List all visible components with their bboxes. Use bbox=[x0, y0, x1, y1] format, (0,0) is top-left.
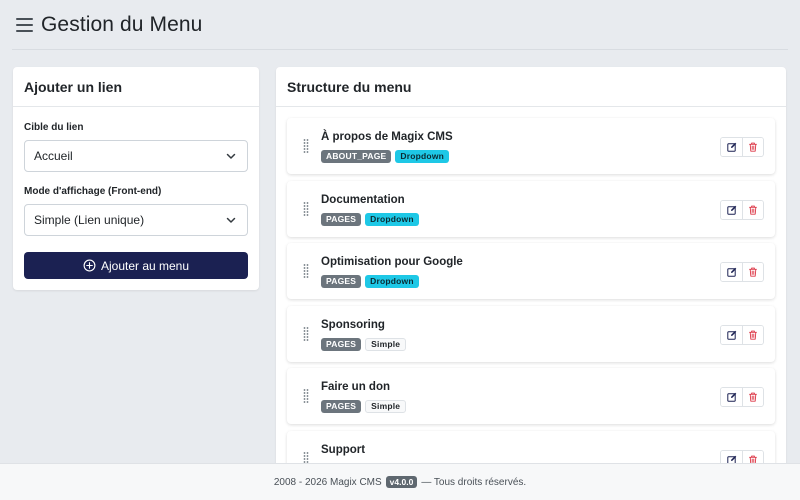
item-mode-badge: Dropdown bbox=[365, 212, 419, 226]
item-type-badge: PAGES bbox=[321, 337, 362, 351]
drag-handle-icon[interactable] bbox=[303, 326, 309, 342]
drag-handle-icon[interactable] bbox=[303, 138, 309, 154]
edit-button[interactable] bbox=[721, 138, 742, 156]
menu-item[interactable]: SupportPAGESDropdown bbox=[287, 430, 775, 467]
delete-button[interactable] bbox=[742, 138, 763, 156]
trash-icon bbox=[749, 392, 757, 402]
footer-rights: — Tous droits réservés. bbox=[421, 476, 527, 488]
menu-item[interactable]: Sponsoring PAGES Simple bbox=[287, 305, 775, 362]
drag-handle-icon[interactable] bbox=[303, 263, 309, 279]
edit-icon bbox=[726, 392, 736, 402]
menu-item[interactable]: Optimisation pour Google PAGES Dropdown bbox=[287, 243, 775, 299]
item-type-badge: ABOUT_PAGE bbox=[321, 150, 392, 163]
item-mode-badge: Simple bbox=[365, 337, 407, 351]
menu-structure-card: Structure du menu À propos de Magix CMS A… bbox=[276, 67, 786, 467]
menu-item[interactable]: À propos de Magix CMS ABOUT_PAGE Dropdown bbox=[287, 118, 775, 174]
menu-item-actions bbox=[720, 137, 764, 157]
footer: 2008 - 2026 Magix CMS v4.0.0 — Tous droi… bbox=[0, 463, 800, 500]
edit-button[interactable] bbox=[721, 325, 742, 344]
trash-icon bbox=[749, 205, 757, 215]
trash-icon bbox=[749, 330, 757, 340]
menu-item[interactable]: Faire un don PAGES Simple bbox=[287, 368, 775, 424]
menu-item-title: Optimisation pour Google bbox=[321, 256, 463, 268]
plus-circle-icon bbox=[83, 259, 96, 272]
item-mode-badge: Dropdown bbox=[395, 150, 450, 163]
menu-item[interactable]: Documentation PAGES Dropdown bbox=[287, 180, 775, 237]
delete-button[interactable] bbox=[742, 263, 763, 281]
menu-item-badges: PAGESDropdown bbox=[321, 212, 419, 226]
item-type-badge: PAGES bbox=[321, 275, 362, 288]
menu-item-badges: PAGES Simple bbox=[321, 400, 407, 413]
menu-item-actions bbox=[720, 199, 764, 220]
add-link-card: Ajouter un lien Cible du lien Accueil Mo… bbox=[13, 67, 259, 290]
add-to-menu-button[interactable]: Ajouter au menu bbox=[24, 252, 248, 279]
link-target-label: Cible du lien bbox=[24, 122, 84, 133]
display-mode-select[interactable]: Simple (Lien unique) bbox=[24, 204, 248, 236]
menu-item-title: Faire un don bbox=[321, 381, 390, 393]
menu-item-badges: PAGES Simple bbox=[321, 337, 407, 351]
chevron-down-icon bbox=[226, 217, 236, 223]
delete-button[interactable] bbox=[742, 388, 763, 406]
display-mode-value: Simple (Lien unique) bbox=[34, 213, 145, 227]
display-mode-label: Mode d'affichage (Front-end) bbox=[24, 186, 162, 197]
menu-item-title: À propos de Magix CMS bbox=[321, 131, 453, 143]
add-to-menu-label: Ajouter au menu bbox=[100, 258, 190, 273]
item-mode-badge: Simple bbox=[365, 400, 407, 413]
trash-icon bbox=[749, 142, 757, 152]
edit-button[interactable] bbox=[721, 388, 742, 406]
menu-item-badges: ABOUT_PAGE Dropdown bbox=[321, 150, 450, 163]
item-type-badge: PAGES bbox=[321, 212, 362, 226]
menu-item-title: Documentation bbox=[321, 193, 405, 206]
edit-button[interactable] bbox=[721, 200, 742, 219]
menu-item-actions bbox=[720, 387, 764, 407]
menu-item-title: Support bbox=[321, 443, 366, 456]
chevron-down-icon bbox=[226, 153, 236, 159]
edit-icon bbox=[726, 142, 736, 152]
version-badge: v4.0.0 bbox=[385, 476, 418, 488]
item-mode-badge: Dropdown bbox=[365, 275, 419, 288]
menu-item-title: Sponsoring bbox=[321, 318, 385, 331]
menu-structure-title: Structure du menu bbox=[276, 67, 786, 107]
item-type-badge: PAGES bbox=[321, 400, 362, 413]
add-link-card-title: Ajouter un lien bbox=[13, 67, 259, 107]
page-header: Gestion du Menu bbox=[0, 0, 800, 50]
footer-copyright: 2008 - 2026 Magix CMS bbox=[273, 476, 382, 488]
menu-item-actions bbox=[720, 262, 764, 282]
delete-button[interactable] bbox=[742, 325, 763, 344]
drag-handle-icon[interactable] bbox=[303, 201, 309, 217]
edit-icon bbox=[726, 205, 736, 215]
delete-button[interactable] bbox=[742, 200, 763, 219]
drag-handle-icon[interactable] bbox=[303, 388, 309, 404]
menu-item-actions bbox=[720, 324, 764, 345]
edit-icon bbox=[726, 330, 736, 340]
link-target-value: Accueil bbox=[34, 149, 73, 163]
page-title: Gestion du Menu bbox=[41, 13, 203, 36]
link-target-select[interactable]: Accueil bbox=[24, 140, 248, 172]
menu-item-badges: PAGESDropdown bbox=[321, 275, 419, 288]
hamburger-menu-icon[interactable] bbox=[16, 18, 33, 32]
trash-icon bbox=[749, 267, 757, 277]
edit-button[interactable] bbox=[721, 263, 742, 281]
edit-icon bbox=[726, 267, 736, 277]
